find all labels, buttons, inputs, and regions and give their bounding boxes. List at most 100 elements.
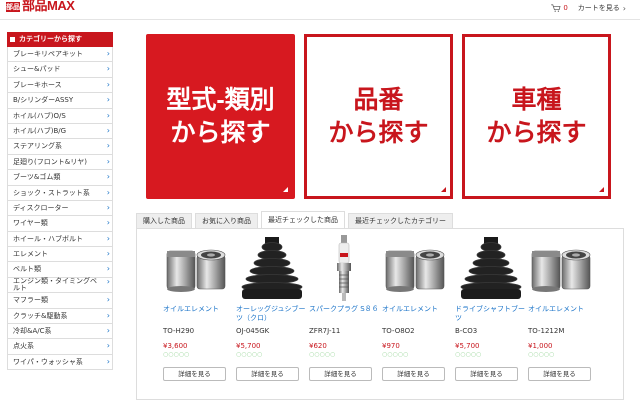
sidebar-item-label: 点火系 xyxy=(13,342,34,351)
sidebar-category-item[interactable]: ステアリング系 › xyxy=(7,139,113,155)
sidebar-category-item[interactable]: ワイヤー類 › xyxy=(7,216,113,232)
rating-stars: ○○○○○ xyxy=(528,351,555,358)
sidebar-item-label: ホイル(ハブ)B/G xyxy=(13,126,67,135)
button-line2: から探す xyxy=(170,118,271,147)
sidebar-category-item[interactable]: クラッチ&駆動系 › xyxy=(7,308,113,325)
chevron-right-icon: › xyxy=(106,341,110,351)
sidebar-category-item[interactable]: エンジン類・タイミングベルト › xyxy=(7,276,113,294)
logo-badge: 部品 xyxy=(6,2,20,12)
product-card: スパークプラグ S８６ ZFR7J-11 ¥620 ○○○○○ 詳細を見る xyxy=(309,229,382,381)
sidebar-category-item[interactable]: 冷却&A/C系 › xyxy=(7,324,113,340)
sidebar-item-label: B/シリンダーASSY xyxy=(13,96,74,105)
oil-filter-icon xyxy=(382,233,452,307)
chevron-right-icon: › xyxy=(106,202,110,212)
button-line2: から探す xyxy=(328,118,429,147)
chevron-right-icon: › xyxy=(622,3,626,13)
view-details-button[interactable]: 詳細を見る xyxy=(309,367,372,381)
product-price: ¥1,000 xyxy=(528,342,553,350)
view-details-button[interactable]: 詳細を見る xyxy=(528,367,591,381)
oil-filter-icon xyxy=(163,233,233,307)
product-image[interactable] xyxy=(455,229,528,304)
view-details-button[interactable]: 詳細を見る xyxy=(382,367,445,381)
cart-count: 0 xyxy=(563,4,568,12)
sidebar-item-label: ブーツ&ゴム類 xyxy=(13,173,61,182)
sidebar-category-item[interactable]: エレメント › xyxy=(7,247,113,263)
product-panel: オイルエレメント TO-H290 ¥3,600 ○○○○○ 詳細を見る オーレッグジュシブ… xyxy=(136,228,624,400)
chevron-right-icon: › xyxy=(106,110,110,120)
tab-recent-categories[interactable]: 最近チェックしたカテゴリー xyxy=(348,213,453,228)
sidebar-category-item[interactable]: ショック・ストラット系 › xyxy=(7,185,113,201)
cart-link[interactable]: 0 カートを見る › xyxy=(551,3,626,13)
sidebar-item-label: エンジン類・タイミングベルト xyxy=(13,276,97,293)
sidebar-item-label: ベルト類 xyxy=(13,265,41,274)
rating-stars: ○○○○○ xyxy=(163,351,190,358)
sidebar-category-item[interactable]: ベルト類 › xyxy=(7,262,113,278)
chevron-right-icon: › xyxy=(106,172,110,182)
product-name-link[interactable]: ドライブシャフトブーツ xyxy=(455,305,531,323)
tab-recently-viewed[interactable]: 最近チェックした商品 xyxy=(261,211,345,228)
site-logo[interactable]: 部品 部品MAX xyxy=(6,0,75,12)
sidebar-category-item[interactable]: ワイパ・ウォッシャ系 › xyxy=(7,354,113,371)
sidebar-item-label: ワイパ・ウォッシャ系 xyxy=(13,357,83,366)
product-price: ¥5,700 xyxy=(455,342,480,350)
product-image[interactable] xyxy=(236,229,309,304)
sidebar-category-item[interactable]: ホイール・ハブボルト › xyxy=(7,231,113,248)
search-by-model-button[interactable]: 型式-類別 から探す xyxy=(146,34,295,199)
sidebar-item-label: マフラー類 xyxy=(13,296,48,305)
sidebar-category-item[interactable]: ディスクローター › xyxy=(7,200,113,217)
sidebar-item-label: ステアリング系 xyxy=(13,142,62,151)
chevron-right-icon: › xyxy=(106,356,110,366)
sidebar-item-label: エレメント xyxy=(13,250,48,259)
tab-favorites[interactable]: お気に入り商品 xyxy=(195,213,258,228)
square-bullet-icon xyxy=(10,37,15,42)
product-code: TO-H290 xyxy=(163,327,195,335)
sidebar-category-item[interactable]: B/シリンダーASSY › xyxy=(7,93,113,109)
product-name-link[interactable]: オイルエレメント xyxy=(528,305,604,314)
corner-arrow-icon xyxy=(599,187,604,192)
history-tabs: 購入した商品 お気に入り商品 最近チェックした商品 最近チェックしたカテゴリー xyxy=(136,211,456,228)
corner-arrow-icon xyxy=(283,187,288,192)
product-image[interactable] xyxy=(528,229,601,304)
product-image[interactable] xyxy=(163,229,236,304)
product-name-link[interactable]: オイルエレメント xyxy=(163,305,239,314)
sidebar-category-item[interactable]: 足廻り(フロント&リヤ) › xyxy=(7,154,113,171)
product-image[interactable] xyxy=(382,229,455,304)
search-by-part-number-button[interactable]: 品番 から探す xyxy=(304,34,453,199)
view-details-button[interactable]: 詳細を見る xyxy=(455,367,518,381)
view-details-button[interactable]: 詳細を見る xyxy=(163,367,226,381)
chevron-right-icon: › xyxy=(106,295,110,305)
sidebar-category-item[interactable]: ブーツ&ゴム類 › xyxy=(7,170,113,186)
sidebar-category-item[interactable]: ホイル(ハブ)O/S › xyxy=(7,108,113,124)
button-line1: 車種 xyxy=(511,85,562,114)
sidebar-item-label: ブレーキホース xyxy=(13,80,62,89)
sidebar-category-item[interactable]: ブレーキホース › xyxy=(7,77,113,94)
sidebar-category-item[interactable]: シュー&パッド › xyxy=(7,62,113,78)
view-details-button[interactable]: 詳細を見る xyxy=(236,367,299,381)
sidebar-item-label: 足廻り(フロント&リヤ) xyxy=(13,157,87,166)
sidebar-category-item[interactable]: ホイル(ハブ)B/G › xyxy=(7,123,113,140)
sidebar-title-text: カテゴリーから探す xyxy=(19,35,82,43)
sidebar-category-item[interactable]: マフラー類 › xyxy=(7,293,113,309)
product-name-link[interactable]: オイルエレメント xyxy=(382,305,458,314)
chevron-right-icon: › xyxy=(106,141,110,151)
sidebar-category-item[interactable]: ブレーキリペアキット › xyxy=(7,47,113,63)
rating-stars: ○○○○○ xyxy=(236,351,263,358)
sidebar-category-item[interactable]: 点火系 › xyxy=(7,339,113,355)
product-card: ドライブシャフトブーツ B-CO3 ¥5,700 ○○○○○ 詳細を見る xyxy=(455,229,528,381)
tab-purchased[interactable]: 購入した商品 xyxy=(136,213,192,228)
sidebar-item-label: ディスクローター xyxy=(13,203,69,212)
chevron-right-icon: › xyxy=(106,156,110,166)
product-price: ¥620 xyxy=(309,342,327,350)
product-name-link[interactable]: オーレッグジュシブーツ（クロ） xyxy=(236,305,312,323)
sidebar-item-label: ブレーキリペアキット xyxy=(13,50,83,58)
product-code: ZFR7J-11 xyxy=(309,327,341,335)
chevron-right-icon: › xyxy=(106,233,110,243)
product-image[interactable] xyxy=(309,229,382,304)
chevron-right-icon: › xyxy=(106,79,110,89)
search-by-vehicle-button[interactable]: 車種 から探す xyxy=(462,34,611,199)
category-sidebar: カテゴリーから探す ブレーキリペアキット › シュー&パッド › ブレーキホース › B/シ… xyxy=(7,32,113,371)
product-code: TO-O8O2 xyxy=(382,327,415,335)
site-header: 部品 部品MAX 0 カートを見る › xyxy=(0,0,640,20)
corner-arrow-icon xyxy=(441,187,446,192)
product-name-link[interactable]: スパークプラグ S８６ xyxy=(309,305,385,314)
